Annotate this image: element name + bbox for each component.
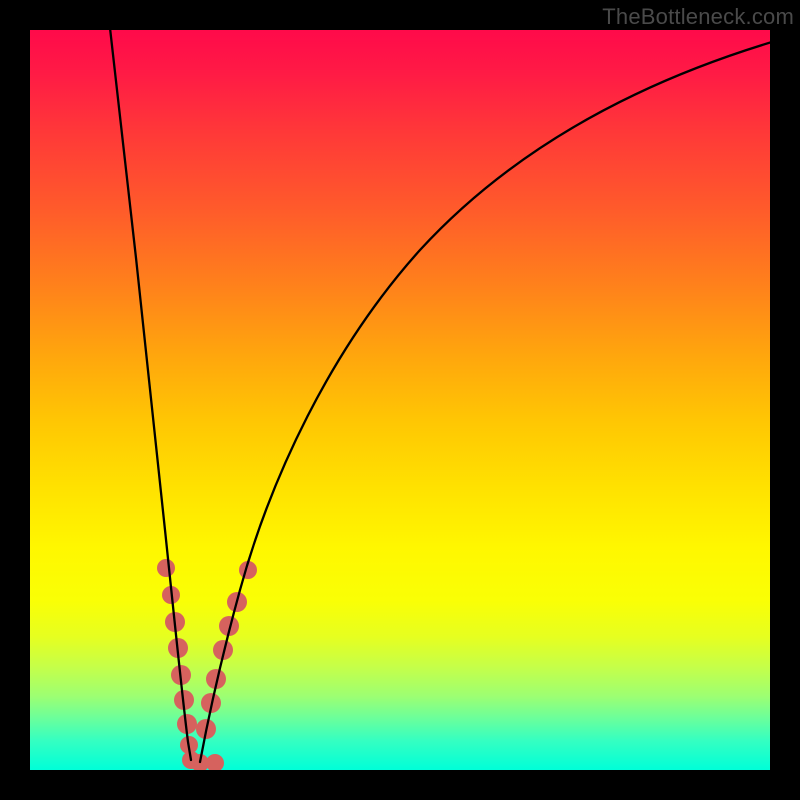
watermark-text: TheBottleneck.com — [602, 4, 794, 30]
marker-left — [157, 559, 175, 577]
chart-svg — [30, 30, 770, 770]
plot-area — [30, 30, 770, 770]
chart-frame: TheBottleneck.com — [0, 0, 800, 800]
marker-bottom — [206, 754, 224, 770]
curve-right-curve — [200, 42, 770, 762]
